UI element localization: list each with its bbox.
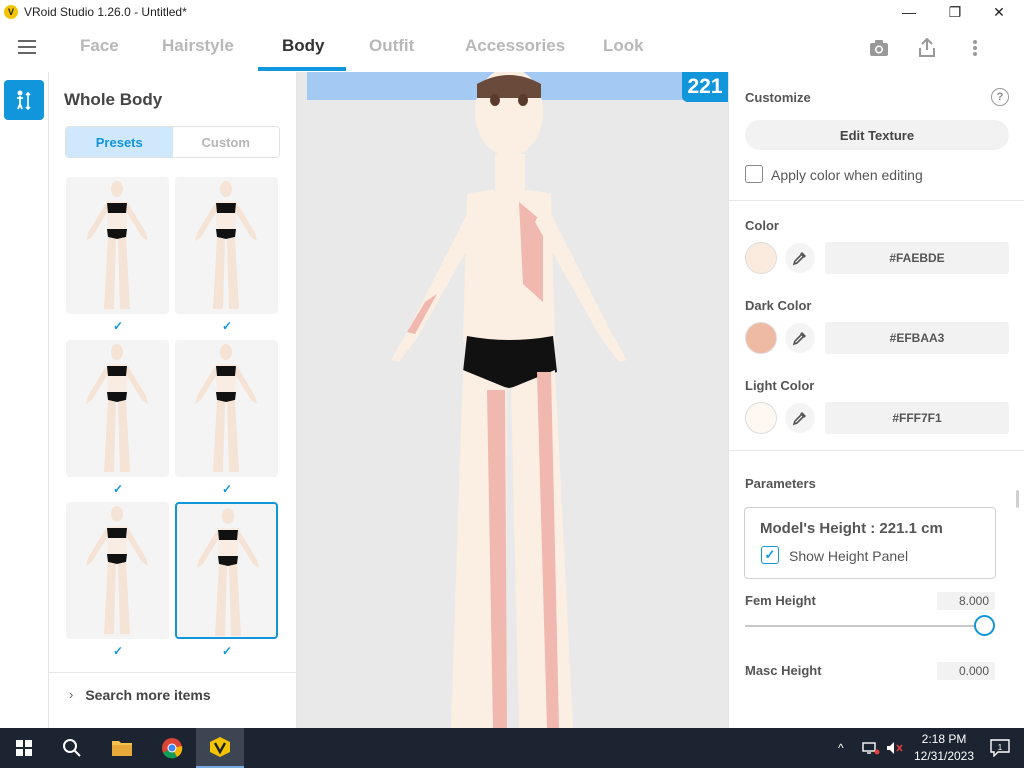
dark-color-swatch[interactable] bbox=[745, 322, 777, 354]
tab-look[interactable]: Look bbox=[603, 36, 644, 56]
help-icon[interactable]: ? bbox=[991, 88, 1009, 106]
color-label: Color bbox=[745, 218, 779, 233]
category-rail bbox=[0, 72, 49, 728]
body-preset-thumbnail[interactable] bbox=[66, 340, 169, 477]
left-panel: Whole Body Presets Custom ✓ ✓ ✓ ✓ ✓ ✓ › Searc… bbox=[49, 72, 297, 728]
body-preset-thumbnail[interactable] bbox=[175, 340, 278, 477]
clock-time: 2:18 PM bbox=[921, 732, 967, 746]
masc-height-value[interactable]: 0.000 bbox=[937, 662, 995, 680]
notification-count: 1 bbox=[998, 743, 1003, 752]
body-preset-thumbnail[interactable] bbox=[66, 502, 169, 639]
divider bbox=[729, 450, 1024, 451]
export-icon[interactable] bbox=[915, 36, 939, 60]
divider bbox=[729, 200, 1024, 201]
edit-texture-button[interactable]: Edit Texture bbox=[745, 120, 1009, 150]
vroid-logo-icon: V bbox=[4, 5, 18, 19]
fem-height-value[interactable]: 8.000 bbox=[937, 592, 995, 610]
color-swatch[interactable] bbox=[745, 242, 777, 274]
windows-taskbar: ^ 2:18 PM 12/31/2023 1 bbox=[0, 728, 1024, 768]
network-icon[interactable] bbox=[862, 728, 880, 768]
eyedropper-icon[interactable] bbox=[785, 323, 815, 353]
model-height-text: Model's Height : 221.1 cm bbox=[760, 520, 943, 537]
apply-color-checkbox[interactable] bbox=[745, 165, 763, 183]
character-model bbox=[391, 72, 627, 728]
preset-check-icon: ✓ bbox=[113, 319, 124, 333]
preset-check-icon: ✓ bbox=[113, 482, 124, 496]
body-preset-thumbnail[interactable] bbox=[175, 502, 278, 639]
dark-color-label: Dark Color bbox=[745, 298, 812, 313]
model-viewport[interactable]: 221 bbox=[297, 72, 728, 728]
right-panel: Customize ? Edit Texture Apply color whe… bbox=[728, 72, 1024, 728]
active-tab-indicator bbox=[258, 67, 346, 71]
light-color-label: Light Color bbox=[745, 378, 815, 393]
show-height-panel-label: Show Height Panel bbox=[789, 548, 909, 564]
clock-date: 12/31/2023 bbox=[913, 749, 975, 763]
masc-height-label: Masc Height bbox=[745, 663, 822, 678]
customize-label: Customize bbox=[745, 90, 811, 105]
presets-custom-toggle: Presets Custom bbox=[65, 126, 280, 158]
body-preset-figure bbox=[86, 344, 148, 472]
fem-height-slider-track[interactable] bbox=[745, 625, 983, 627]
tab-outfit[interactable]: Outfit bbox=[369, 36, 414, 56]
preset-check-icon: ✓ bbox=[222, 319, 233, 333]
dark-color-hex-input[interactable]: #EFBAA3 bbox=[825, 322, 1009, 354]
body-preset-thumbnail[interactable] bbox=[66, 177, 169, 314]
restore-button[interactable]: ❐ bbox=[932, 0, 978, 24]
volume-muted-icon[interactable] bbox=[886, 728, 904, 768]
preset-check-icon: ✓ bbox=[222, 644, 233, 658]
search-icon[interactable] bbox=[48, 728, 96, 768]
body-preset-figure bbox=[195, 181, 257, 309]
body-preset-figure bbox=[197, 508, 259, 636]
custom-tab[interactable]: Custom bbox=[172, 127, 279, 157]
body-preset-figure bbox=[195, 344, 257, 472]
preset-check-icon: ✓ bbox=[222, 482, 233, 496]
tab-hairstyle[interactable]: Hairstyle bbox=[162, 36, 234, 56]
file-explorer-icon[interactable] bbox=[98, 728, 146, 768]
search-more-items[interactable]: › Search more items bbox=[49, 672, 296, 716]
whole-body-category-button[interactable] bbox=[4, 80, 44, 120]
chevron-right-icon: › bbox=[69, 687, 74, 702]
body-preset-figure bbox=[86, 181, 148, 309]
top-nav: Face Hairstyle Body Outfit Accessories L… bbox=[0, 24, 1024, 72]
tab-face[interactable]: Face bbox=[80, 36, 119, 56]
body-preset-figure bbox=[86, 506, 148, 634]
body-figure-icon bbox=[17, 90, 31, 111]
camera-icon[interactable] bbox=[867, 36, 891, 60]
color-hex-input[interactable]: #FAEBDE bbox=[825, 242, 1009, 274]
close-button[interactable]: ✕ bbox=[976, 0, 1022, 24]
fem-height-slider-knob[interactable] bbox=[974, 615, 995, 636]
tray-expand-icon[interactable]: ^ bbox=[838, 728, 844, 768]
notification-center-icon[interactable]: 1 bbox=[980, 728, 1020, 768]
minimize-button[interactable]: — bbox=[886, 0, 932, 24]
parameters-label: Parameters bbox=[745, 476, 816, 491]
eyedropper-icon[interactable] bbox=[785, 403, 815, 433]
search-more-label: Search more items bbox=[85, 686, 211, 703]
fem-height-label: Fem Height bbox=[745, 593, 816, 608]
vroid-taskbar-icon[interactable] bbox=[196, 728, 244, 768]
windows-start-icon[interactable] bbox=[0, 728, 48, 768]
menu-icon[interactable] bbox=[18, 40, 38, 56]
panel-title: Whole Body bbox=[64, 90, 163, 109]
more-options-icon[interactable] bbox=[963, 36, 987, 60]
window-title: VRoid Studio 1.26.0 - Untitled* bbox=[24, 5, 187, 19]
light-color-hex-input[interactable]: #FFF7F1 bbox=[825, 402, 1009, 434]
presets-tab[interactable]: Presets bbox=[66, 127, 173, 157]
apply-color-label: Apply color when editing bbox=[771, 167, 923, 183]
preset-check-icon: ✓ bbox=[113, 644, 124, 658]
light-color-swatch[interactable] bbox=[745, 402, 777, 434]
body-preset-thumbnail[interactable] bbox=[175, 177, 278, 314]
tab-accessories[interactable]: Accessories bbox=[465, 36, 565, 56]
model-height-panel: Model's Height : 221.1 cm ✓ Show Height … bbox=[744, 507, 996, 579]
system-clock[interactable]: 2:18 PM 12/31/2023 bbox=[912, 731, 976, 765]
scrollbar[interactable] bbox=[1016, 490, 1019, 508]
eyedropper-icon[interactable] bbox=[785, 243, 815, 273]
title-bar: V VRoid Studio 1.26.0 - Untitled* — ❐ ✕ bbox=[0, 0, 1024, 24]
chrome-icon[interactable] bbox=[148, 728, 196, 768]
show-height-panel-checkbox[interactable]: ✓ bbox=[761, 546, 779, 564]
tab-body[interactable]: Body bbox=[282, 36, 325, 56]
